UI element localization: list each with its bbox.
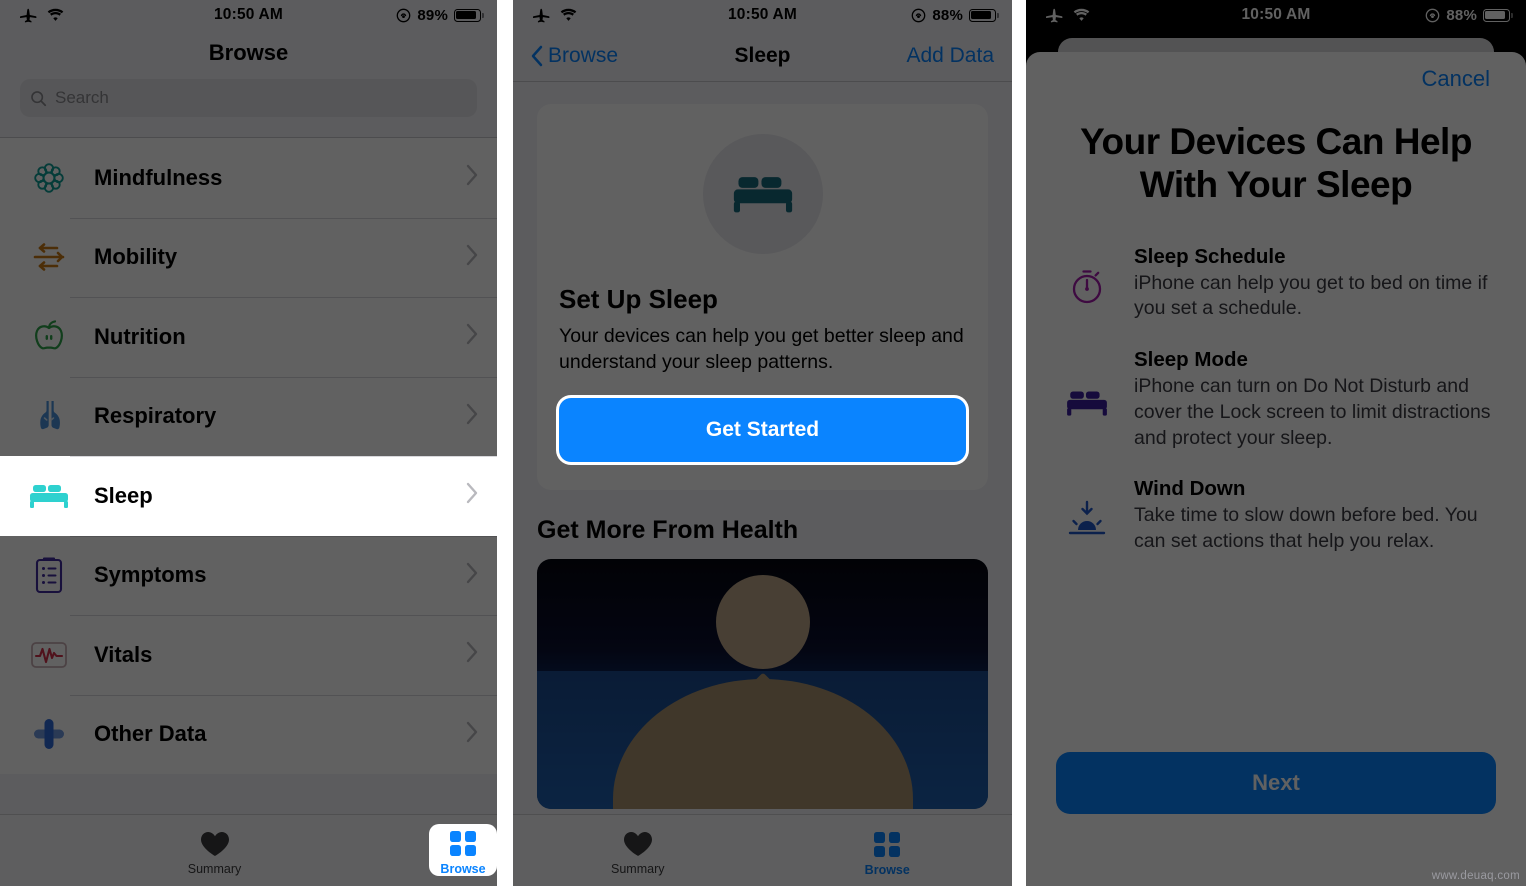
add-data-button[interactable]: Add Data bbox=[906, 44, 994, 68]
heart-icon bbox=[200, 831, 229, 856]
sidebar-item-symptoms[interactable]: Symptoms bbox=[0, 535, 497, 615]
sidebar-item-other-data[interactable]: Other Data bbox=[0, 694, 497, 774]
heart-icon bbox=[623, 831, 652, 856]
tab-browse[interactable]: Browse bbox=[429, 823, 497, 876]
sidebar-item-mindfulness[interactable]: Mindfulness bbox=[0, 138, 497, 218]
battery-icon-2 bbox=[969, 8, 999, 22]
feature-title: Sleep Schedule bbox=[1134, 244, 1286, 268]
vitals-heartbeat-icon bbox=[26, 632, 72, 678]
status-bar-1: 10:50 AM 89% bbox=[0, 0, 497, 30]
tab-label: Summary bbox=[611, 861, 665, 876]
cancel-button[interactable]: Cancel bbox=[1060, 52, 1492, 92]
chevron-right-icon bbox=[466, 721, 479, 748]
sleep-bed-icon bbox=[26, 473, 72, 519]
night-sky-meditation-image[interactable] bbox=[537, 558, 988, 809]
panel-gap-1 bbox=[497, 0, 513, 886]
feature-sleep-schedule: Sleep Schedule iPhone can help you get t… bbox=[1060, 245, 1492, 322]
card-heading: Set Up Sleep bbox=[559, 284, 718, 314]
chevron-right-icon bbox=[466, 482, 479, 509]
category-label: Nutrition bbox=[94, 323, 186, 349]
three-panel-screenshot: 10:50 AM 89% Browse Search Mindfulness M… bbox=[0, 0, 1526, 886]
chevron-right-icon bbox=[466, 403, 479, 430]
chevron-right-icon bbox=[466, 164, 479, 191]
rotation-lock-icon bbox=[912, 8, 926, 22]
sidebar-item-vitals[interactable]: Vitals bbox=[0, 615, 497, 695]
tab-bar-2: Summary Browse bbox=[513, 814, 1012, 886]
battery-icon-3 bbox=[1483, 8, 1513, 22]
rotation-lock-icon bbox=[1426, 8, 1440, 22]
battery-percent-1: 89% bbox=[417, 6, 448, 24]
feature-title: Sleep Mode bbox=[1134, 348, 1248, 372]
nutrition-icon bbox=[26, 314, 72, 360]
stopwatch-icon bbox=[1060, 245, 1114, 322]
card-description: Your devices can help you get better sle… bbox=[559, 325, 964, 374]
panel-browse: 10:50 AM 89% Browse Search Mindfulness M… bbox=[0, 0, 497, 886]
mindfulness-icon bbox=[26, 155, 72, 201]
category-label: Sleep bbox=[94, 482, 153, 508]
section-heading: Get More From Health bbox=[537, 515, 799, 544]
tab-label: Browse bbox=[440, 861, 486, 876]
page-title-1: Browse bbox=[208, 40, 289, 65]
grid-squares-icon bbox=[874, 831, 901, 857]
search-placeholder: Search bbox=[55, 88, 109, 107]
category-label: Vitals bbox=[94, 641, 153, 667]
tab-label: Summary bbox=[187, 861, 242, 876]
feature-description: Take time to slow down before bed. You c… bbox=[1134, 504, 1478, 552]
respiratory-icon bbox=[26, 393, 72, 439]
sleep-body: Set Up Sleep Your devices can help you g… bbox=[513, 82, 1012, 885]
grid-squares-icon bbox=[450, 830, 476, 856]
nav-bar-2: Browse Sleep Add Data bbox=[513, 30, 1012, 82]
panel-sleep: 10:50 AM 88% Browse Sleep Add Data Set U… bbox=[513, 0, 1012, 886]
battery-percent-3: 88% bbox=[1446, 6, 1477, 24]
category-label: Mobility bbox=[94, 244, 178, 270]
feature-description: iPhone can help you get to bed on time i… bbox=[1134, 271, 1488, 320]
tab-summary[interactable]: Summary bbox=[0, 826, 429, 876]
feature-sleep-mode: Sleep Mode iPhone can turn on Do Not Dis… bbox=[1060, 348, 1492, 451]
chevron-right-icon bbox=[466, 641, 479, 668]
next-button[interactable]: Next bbox=[1056, 752, 1496, 814]
sunset-down-arrow-icon bbox=[1060, 477, 1114, 554]
sidebar-item-mobility[interactable]: Mobility bbox=[0, 217, 497, 297]
chevron-right-icon bbox=[466, 244, 479, 271]
category-label: Respiratory bbox=[94, 403, 217, 429]
tab-label: Browse bbox=[864, 862, 910, 877]
tab-browse[interactable]: Browse bbox=[763, 825, 1013, 877]
sidebar-item-respiratory[interactable]: Respiratory bbox=[0, 376, 497, 456]
setup-sheet: Cancel Your Devices Can Help With Your S… bbox=[1026, 52, 1526, 886]
symptoms-clipboard-icon bbox=[26, 552, 72, 598]
moon-shape bbox=[715, 574, 810, 669]
panel-sleep-setup-modal: 10:50 AM 88% Cancel Your Devices Can Hel… bbox=[1026, 0, 1526, 886]
search-icon bbox=[31, 90, 47, 106]
mobility-icon bbox=[26, 234, 72, 280]
category-list: Mindfulness Mobility Nutrition Respirato… bbox=[0, 138, 497, 774]
other-data-cross-icon bbox=[26, 711, 72, 757]
status-bar-3: 10:50 AM 88% bbox=[1026, 0, 1526, 30]
panel-gap-2 bbox=[1012, 0, 1026, 886]
tab-bar-1: Summary Browse bbox=[0, 814, 497, 886]
bed-icon bbox=[1060, 348, 1114, 451]
feature-description: iPhone can turn on Do Not Disturb and co… bbox=[1134, 375, 1491, 449]
chevron-right-icon bbox=[466, 562, 479, 589]
watermark: www.deuaq.com bbox=[1431, 870, 1520, 882]
tab-summary[interactable]: Summary bbox=[513, 826, 763, 876]
battery-icon-1 bbox=[454, 8, 484, 22]
chevron-right-icon bbox=[466, 323, 479, 350]
set-up-sleep-card: Set Up Sleep Your devices can help you g… bbox=[537, 104, 988, 490]
sidebar-item-nutrition[interactable]: Nutrition bbox=[0, 297, 497, 377]
sidebar-item-sleep[interactable]: Sleep bbox=[0, 456, 497, 536]
sleep-bed-icon-large bbox=[702, 134, 823, 254]
battery-percent-2: 88% bbox=[932, 6, 963, 24]
category-label: Symptoms bbox=[94, 562, 207, 588]
search-input[interactable]: Search bbox=[20, 79, 477, 117]
get-started-button[interactable]: Get Started bbox=[559, 397, 966, 462]
sheet-heading: Your Devices Can Help With Your Sleep bbox=[1080, 121, 1472, 206]
status-bar-2: 10:50 AM 88% bbox=[513, 0, 1012, 30]
category-label: Mindfulness bbox=[94, 164, 223, 190]
feature-title: Wind Down bbox=[1134, 477, 1246, 501]
rotation-lock-icon bbox=[397, 8, 411, 22]
category-label: Other Data bbox=[94, 721, 207, 747]
feature-wind-down: Wind Down Take time to slow down before … bbox=[1060, 477, 1492, 554]
